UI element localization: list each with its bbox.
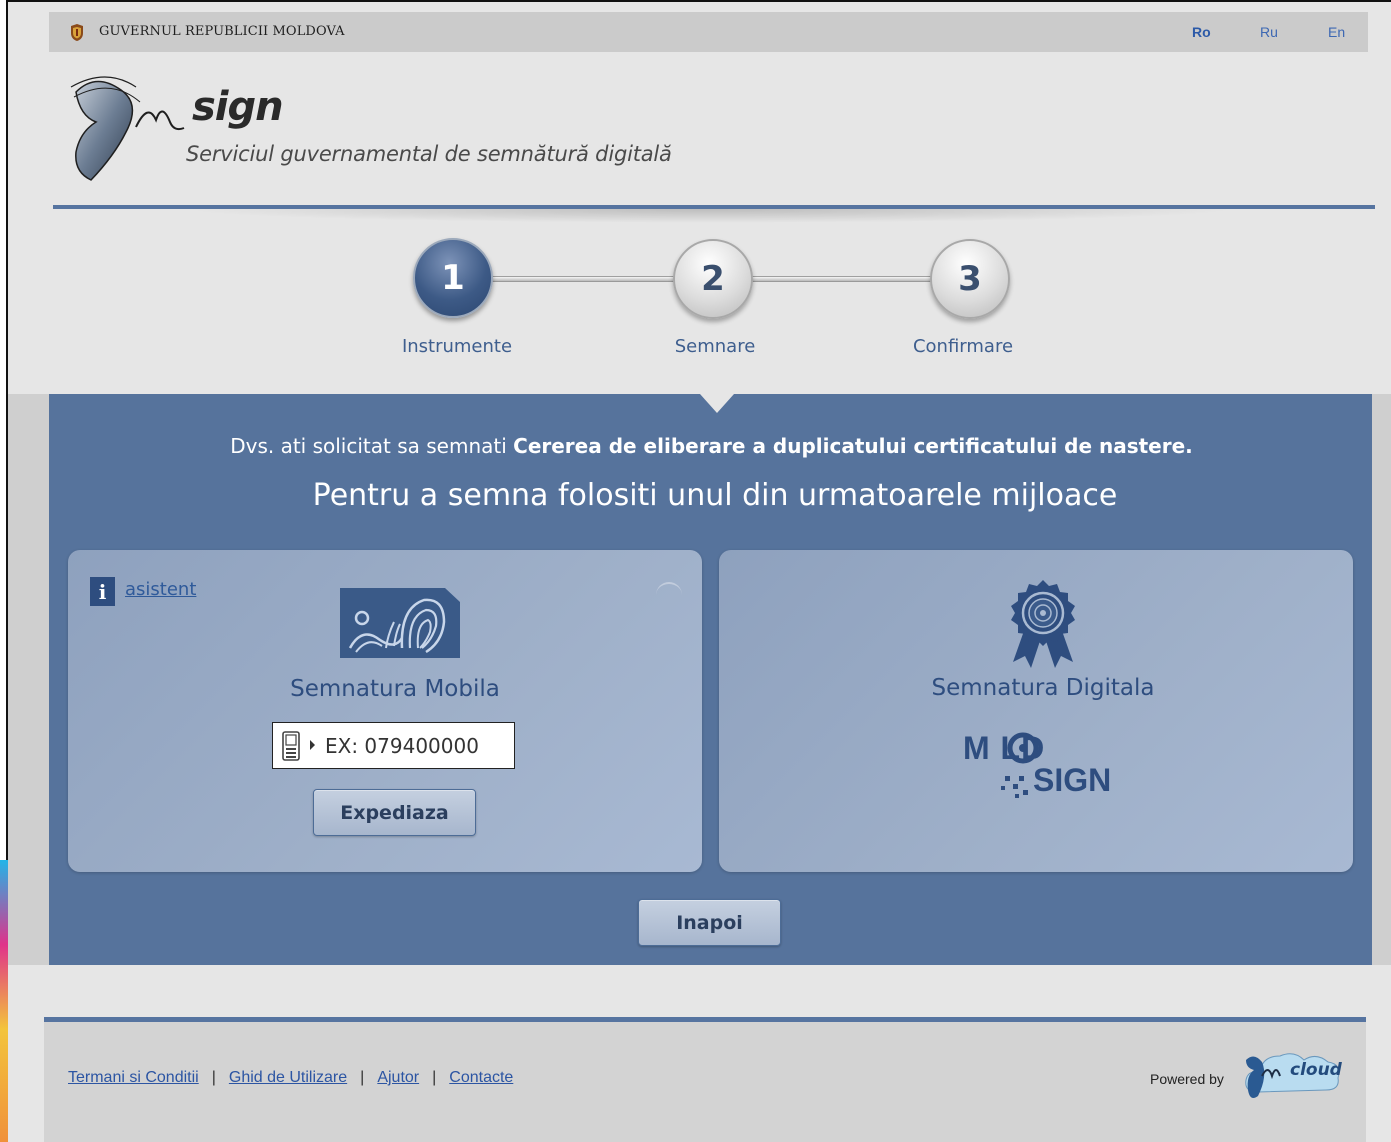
powered-by-label: Powered by	[1150, 1071, 1224, 1087]
request-prefix: Dvs. ati solicitat sa semnati	[230, 434, 514, 458]
footer-links: Termani si Conditii | Ghid de Utilizare | Aj…	[68, 1069, 513, 1087]
government-name: GUVERNUL REPUBLICII MOLDOVA	[99, 24, 345, 39]
assistant-link[interactable]: asistent	[125, 579, 196, 600]
phone-number-input[interactable]	[325, 731, 510, 761]
government-bar: GUVERNUL REPUBLICII MOLDOVA Ro Ru En	[49, 12, 1368, 52]
logo-tagline: Serviciul guvernamental de semnătură dig…	[186, 142, 672, 166]
moldsign-brand-bottom: SIGN	[1033, 762, 1112, 798]
mobile-phone-icon	[282, 731, 300, 761]
step-number: 3	[958, 259, 982, 299]
language-en-link[interactable]: En	[1328, 24, 1345, 40]
header-divider-shadow	[180, 209, 1240, 223]
msign-logo-icon[interactable]	[66, 72, 186, 184]
loading-spinner-icon	[656, 582, 682, 608]
request-document-name: Cererea de eliberare a duplicatului cert…	[513, 434, 1193, 458]
digital-signature-title: Semnatura Digitala	[931, 675, 1155, 701]
footer-separator: |	[211, 1069, 216, 1086]
choose-method-heading: Pentru a semna folositi unul din urmatoa…	[312, 478, 1118, 513]
step-2-circle: 2	[673, 239, 753, 319]
logo-word: sign	[192, 84, 284, 130]
decorative-side-stripes	[0, 860, 8, 1142]
request-description: Dvs. ati solicitat sa semnati Cererea de…	[0, 434, 1391, 458]
mcloud-logo[interactable]: cloud	[1240, 1046, 1344, 1104]
footer-link-guide[interactable]: Ghid de Utilizare	[229, 1069, 347, 1086]
step-1-label: Instrumente	[401, 336, 513, 357]
step-3-circle: 3	[930, 239, 1010, 319]
step-connector	[750, 276, 935, 282]
step-number: 1	[441, 258, 465, 298]
moldova-crest-icon	[71, 24, 83, 41]
mobile-signature-title: Semnatura Mobila	[290, 676, 500, 702]
back-button[interactable]: Inapoi	[638, 899, 781, 946]
phone-input-box	[272, 722, 515, 769]
certificate-seal-icon	[1011, 580, 1075, 668]
footer-link-help[interactable]: Ajutor	[377, 1069, 419, 1086]
step-3-label: Confirmare	[912, 336, 1014, 357]
footer-separator: |	[360, 1069, 365, 1086]
step-connector	[490, 276, 678, 282]
mcloud-logo-text: cloud	[1290, 1060, 1342, 1080]
send-button[interactable]: Expediaza	[313, 789, 476, 836]
footer-link-contacts[interactable]: Contacte	[449, 1069, 513, 1086]
moldsign-logo: M LD SIGN	[963, 730, 1143, 802]
language-ro-link[interactable]: Ro	[1192, 24, 1211, 40]
country-prefix-caret-icon[interactable]	[310, 740, 315, 750]
step-2-label: Semnare	[674, 336, 756, 357]
footer-separator: |	[432, 1069, 437, 1086]
language-ru-link[interactable]: Ru	[1260, 24, 1278, 40]
mobile-sim-fingerprint-icon	[340, 588, 460, 658]
step-1-circle: 1	[413, 238, 493, 318]
footer-link-terms[interactable]: Termani si Conditii	[68, 1069, 199, 1086]
active-step-pointer	[700, 394, 734, 413]
step-number: 2	[701, 259, 725, 299]
info-icon[interactable]: i	[90, 577, 115, 606]
